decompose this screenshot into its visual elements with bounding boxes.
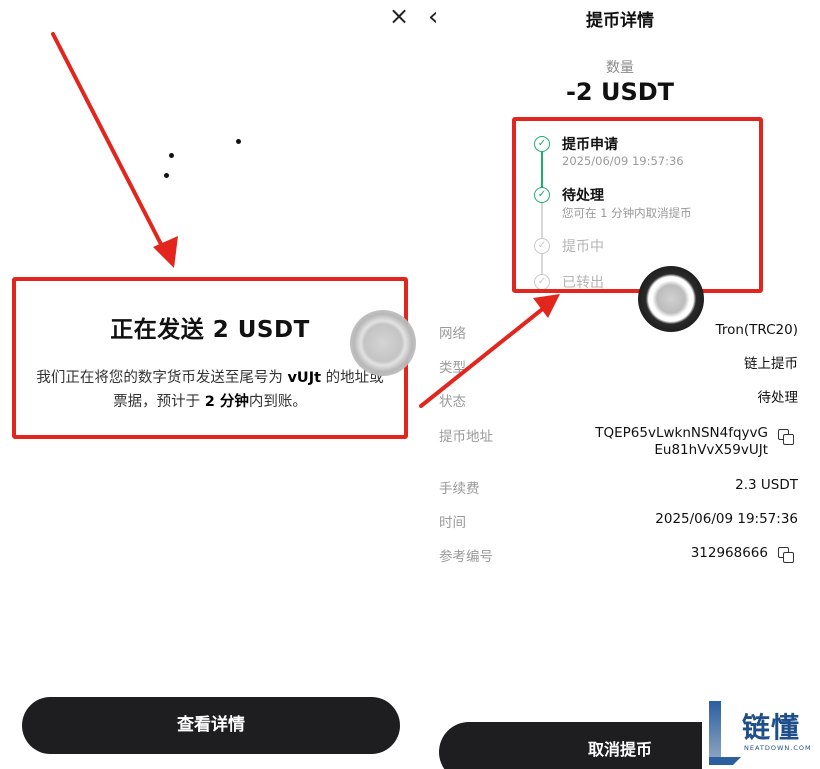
time-value: 2025/06/09 19:57:36 [655, 511, 798, 527]
network-label: 网络 [439, 326, 466, 342]
address-line: TQEP65vLwknNSN4fqyvG [595, 425, 768, 441]
sending-screen: × 正在发送 2 USDT 我们正在将您的数字货币发送至尾号为 vUJt 的地址… [0, 0, 420, 769]
copy-icon[interactable] [778, 547, 794, 563]
network-value: Tron(TRC20) [715, 322, 798, 338]
time-label: 时间 [439, 515, 466, 531]
watermark-text: 链懂 [742, 711, 801, 744]
amount-value: -2 USDT [565, 78, 675, 106]
touch-indicator [638, 266, 704, 332]
status-label: 状态 [439, 394, 466, 410]
type-label: 类型 [439, 360, 466, 376]
withdraw-address: TQEP65vLwknNSN4fqyvG Eu81hVvX59vUJt [595, 425, 768, 459]
site-watermark: 链懂 NEATDOWN.COM [702, 696, 820, 769]
status-value: 待处理 [757, 390, 799, 406]
watermark-logo-icon [709, 701, 741, 765]
loading-dot [169, 153, 174, 158]
back-arrow-icon[interactable]: ‹ [428, 2, 448, 32]
fee-label: 手续费 [439, 481, 480, 497]
watermark-subtext: NEATDOWN.COM [744, 744, 812, 752]
view-details-button[interactable]: 查看详情 [22, 697, 400, 754]
loading-dot [236, 139, 241, 144]
loading-dot [164, 173, 169, 178]
address-label: 提币地址 [439, 429, 493, 445]
fee-value: 2.3 USDT [735, 477, 798, 493]
highlight-box [512, 117, 763, 293]
reference-value: 312968666 [690, 545, 768, 561]
type-value: 链上提币 [744, 356, 798, 372]
copy-icon[interactable] [778, 429, 794, 445]
reference-label: 参考编号 [439, 549, 493, 565]
withdrawal-detail-screen: ‹ 提币详情 数量 -2 USDT ✓ 提币申请 2025/06/09 19:5… [420, 0, 820, 769]
amount-label: 数量 [606, 60, 634, 76]
highlight-box [12, 277, 408, 439]
close-icon[interactable]: × [388, 4, 410, 28]
page-title: 提币详情 [586, 11, 654, 31]
address-line: Eu81hVvX59vUJt [654, 442, 768, 458]
touch-indicator [350, 310, 416, 376]
